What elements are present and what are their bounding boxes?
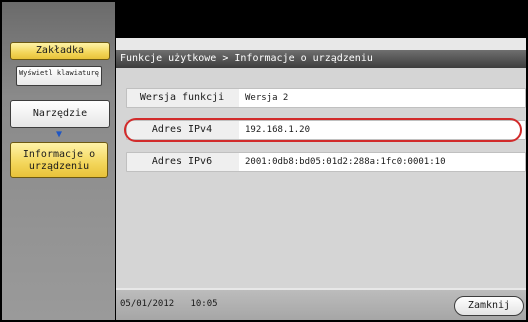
row-label: Wersja funkcji bbox=[139, 92, 225, 103]
ipv4-highlight-outline bbox=[124, 118, 522, 142]
page-title: Funkcje użytkowe > Informacje o urządzen… bbox=[116, 50, 526, 68]
info-row-ipv6: Adres IPv6 2001:0db8:bd05:01d2:288a:1fc0… bbox=[126, 152, 526, 172]
close-button[interactable]: Zamknij bbox=[454, 296, 524, 316]
info-row-function-version: Wersja funkcji Wersja 2 bbox=[126, 88, 526, 108]
status-bar: 05/01/2012 10:05 Zamknij bbox=[116, 290, 526, 320]
screen-frame: Zakładka Wyświetl klawiaturę Narzędzie ▼… bbox=[0, 0, 528, 322]
row-value: Wersja 2 bbox=[239, 89, 525, 107]
row-value: 2001:0db8:bd05:01d2:288a:1fc0:0001:10 bbox=[239, 153, 525, 171]
device-info-button[interactable]: Informacje o urządzeniu bbox=[10, 142, 108, 178]
tools-button[interactable]: Narzędzie bbox=[10, 100, 110, 128]
row-label: Adres IPv6 bbox=[151, 156, 213, 167]
show-keyboard-button[interactable]: Wyświetl klawiaturę bbox=[16, 66, 102, 86]
date-time: 05/01/2012 10:05 bbox=[120, 299, 218, 309]
bookmark-tab-button[interactable]: Zakładka bbox=[10, 42, 110, 60]
left-navigation: Zakładka Wyświetl klawiaturę Narzędzie ▼… bbox=[2, 2, 115, 320]
info-content-area: Wersja funkcji Wersja 2 Adres IPv4 192.1… bbox=[116, 68, 526, 288]
chevron-down-icon: ▼ bbox=[55, 129, 63, 140]
